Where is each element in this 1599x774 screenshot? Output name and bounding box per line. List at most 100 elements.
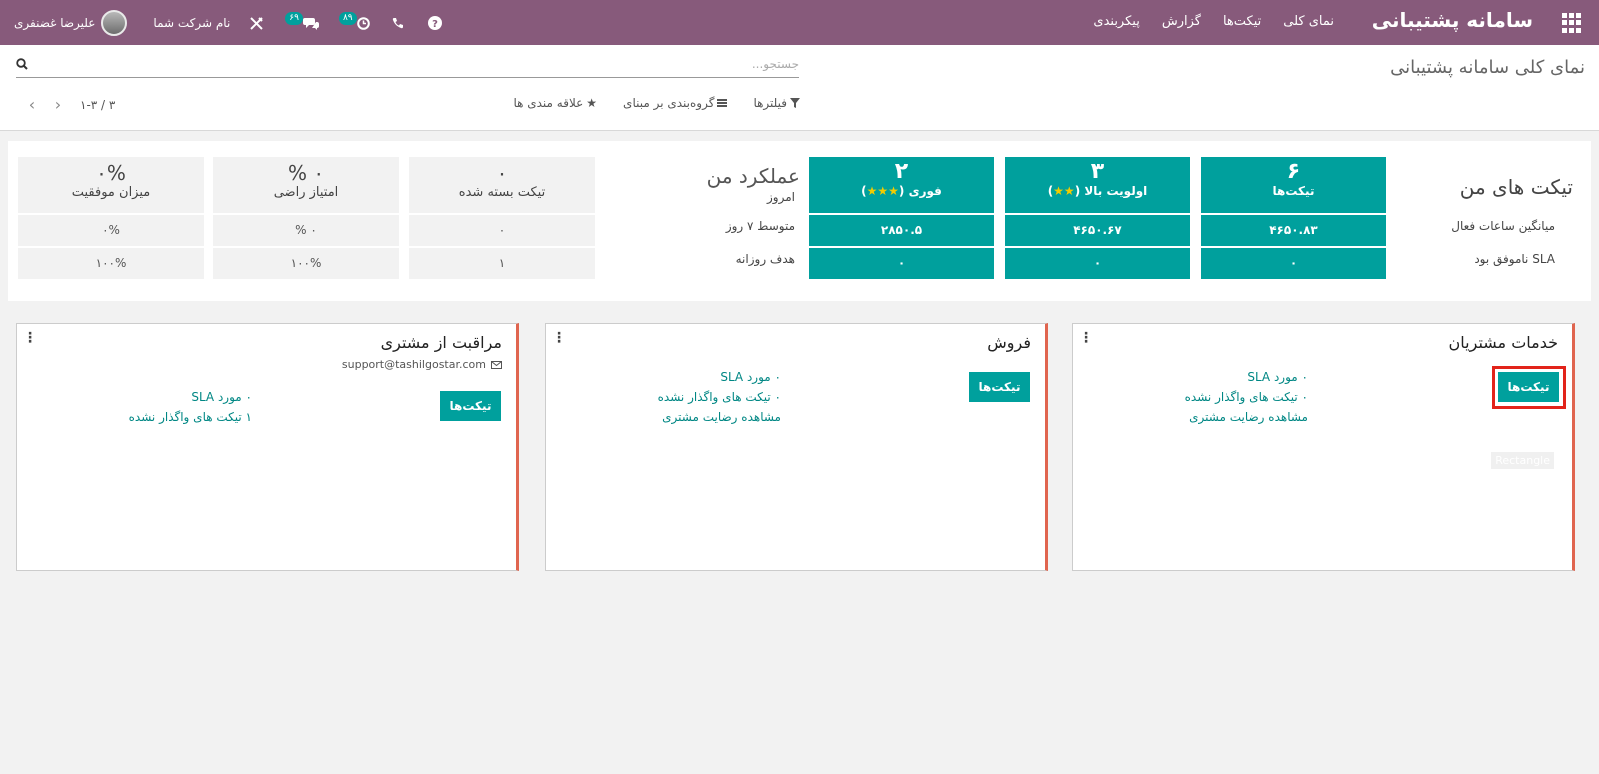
company-switcher[interactable]: نام شرکت شما xyxy=(153,16,230,30)
daily-target-label: هدف روزانه xyxy=(735,252,795,266)
tickets-button[interactable]: تیکت‌ها xyxy=(969,372,1030,402)
tickets-tile[interactable]: ۶ تیکت‌ها xyxy=(1201,157,1386,213)
team-name[interactable]: مراقبت از مشتری xyxy=(381,333,502,352)
tickets-button[interactable]: تیکت‌ها xyxy=(440,391,501,421)
systray: علیرضا غضنفری نام شرکت شما ۶۹ ۸۹ ? xyxy=(14,8,442,38)
help-icon[interactable]: ? xyxy=(427,16,442,30)
pager-previous-icon[interactable]: ‹ xyxy=(24,95,40,114)
team-name[interactable]: فروش xyxy=(987,333,1031,352)
user-name: علیرضا غضنفری xyxy=(14,16,96,30)
unassigned-link[interactable]: ۰ تیکت های واگذار نشده xyxy=(658,390,781,404)
satisfaction-target-cell: ۱۰۰% xyxy=(213,248,399,279)
success-target-cell: ۱۰۰% xyxy=(18,248,204,279)
avatar xyxy=(101,10,128,36)
success-avg-cell: ۰% xyxy=(18,215,204,246)
menu-configuration[interactable]: پیکربندی xyxy=(1093,14,1139,29)
team-card-sales: فروش ⋮ تیکت‌ها ۰ مورد SLA ۰ تیکت های واگ… xyxy=(545,323,1048,571)
tile-count: ۰ % xyxy=(287,161,325,185)
unassigned-link[interactable]: ۱ تیکت های واگذار نشده xyxy=(129,410,252,424)
messages-badge: ۶۹ xyxy=(285,11,303,25)
groupby-label: گروه‌بندی بر مبنای xyxy=(623,96,715,110)
tickets-avg-cell[interactable]: ۴۶۵۰.۸۳ xyxy=(1201,215,1386,246)
high-priority-sla-cell[interactable]: ۰ xyxy=(1005,248,1190,279)
tile-count: ۶ xyxy=(1286,159,1301,184)
app-brand[interactable]: سامانه پشتیبانی xyxy=(1372,8,1533,32)
search-bar xyxy=(16,52,799,78)
team-name[interactable]: خدمات مشتریان xyxy=(1449,333,1558,352)
top-navbar: سامانه پشتیبانی نمای کلی تیکت‌ها گزارش پ… xyxy=(0,0,1599,45)
tickets-button[interactable]: تیکت‌ها xyxy=(1498,372,1559,402)
tile-count: ۳ xyxy=(1090,159,1105,184)
user-menu[interactable]: علیرضا غضنفری xyxy=(14,10,128,36)
activity-badge: ۸۹ xyxy=(338,11,357,25)
tile-label: میزان موفقیت xyxy=(71,185,151,200)
closed-target-cell: ۱ xyxy=(409,248,595,279)
control-panel: نمای کلی سامانه پشتیبانی فیلترها گروه‌بن… xyxy=(0,45,1599,131)
rectangle-tag: Rectangle xyxy=(1491,452,1554,469)
closed-avg-cell: ۰ xyxy=(409,215,595,246)
today-label: امروز xyxy=(767,190,795,204)
menu-overview[interactable]: نمای کلی xyxy=(1283,14,1334,29)
team-links: ۰ مورد SLA ۰ تیکت های واگذار نشده مشاهده… xyxy=(1185,370,1308,424)
page-title: نمای کلی سامانه پشتیبانی xyxy=(1390,57,1585,78)
team-card-customer-service: خدمات مشتریان ⋮ تیکت‌ها ۰ مورد SLA ۰ تیک… xyxy=(1072,323,1575,571)
kebab-menu-icon[interactable]: ⋮ xyxy=(552,330,566,346)
favorites-label: علاقه مندی ها xyxy=(513,96,584,110)
urgent-tile[interactable]: ۲ فوری (★★★) xyxy=(809,157,994,213)
urgent-avg-cell[interactable]: ۲۸۵۰.۵ xyxy=(809,215,994,246)
priority-stars-icon: ★★★ xyxy=(866,184,899,198)
team-email-text: support@tashilgostar.com xyxy=(341,358,486,371)
sla-failed-label: SLA ناموفق بود xyxy=(1474,252,1555,266)
pager-next-icon[interactable]: › xyxy=(50,95,66,114)
tile-count: ۲ xyxy=(894,159,909,184)
satisfaction-link[interactable]: مشاهده رضایت مشتری xyxy=(1185,410,1308,424)
chat-icon[interactable]: ۶۹ xyxy=(285,11,319,30)
high-priority-avg-cell[interactable]: ۴۶۵۰.۶۷ xyxy=(1005,215,1190,246)
avg-7-days-label: متوسط ۷ روز xyxy=(725,219,795,233)
sla-link[interactable]: ۰ مورد SLA xyxy=(129,390,252,404)
envelope-icon xyxy=(491,360,502,369)
tile-label: تیکت‌ها xyxy=(1272,184,1315,198)
tile-count: ۰% xyxy=(96,161,126,185)
unassigned-link[interactable]: ۰ تیکت های واگذار نشده xyxy=(1185,390,1308,404)
kebab-menu-icon[interactable]: ⋮ xyxy=(23,330,37,346)
sla-link[interactable]: ۰ مورد SLA xyxy=(1185,370,1308,384)
team-links: ۰ مورد SLA ۰ تیکت های واگذار نشده مشاهده… xyxy=(658,370,781,424)
filter-icon xyxy=(790,98,800,108)
apps-icon[interactable] xyxy=(1559,11,1581,33)
tile-label: فوری (★★★) xyxy=(861,184,942,198)
satisfaction-avg-cell: ۰ % xyxy=(213,215,399,246)
tile-label: تیکت بسته شده xyxy=(458,185,546,200)
dashboard-panel: تیکت های من میانگین ساعات فعال SLA ناموف… xyxy=(8,141,1591,301)
avg-hours-label: میانگین ساعات فعال xyxy=(1451,219,1555,233)
activity-clock-icon[interactable]: ۸۹ xyxy=(338,11,370,30)
star-icon: ★ xyxy=(586,96,598,110)
team-links: ۰ مورد SLA ۱ تیکت های واگذار نشده xyxy=(129,390,252,424)
tile-count: ۰ xyxy=(496,161,508,185)
debug-icon[interactable] xyxy=(250,16,264,30)
groupby-dropdown[interactable]: گروه‌بندی بر مبنای xyxy=(623,96,728,110)
kebab-menu-icon[interactable]: ⋮ xyxy=(1079,330,1093,346)
pager-value[interactable]: ۱-۳ / ۳ xyxy=(80,98,115,112)
satisfaction-link[interactable]: مشاهده رضایت مشتری xyxy=(658,410,781,424)
menu-tickets[interactable]: تیکت‌ها xyxy=(1223,14,1261,29)
favorites-dropdown[interactable]: ★ علاقه مندی ها xyxy=(513,96,597,110)
success-rate-tile: ۰% میزان موفقیت xyxy=(18,157,204,213)
tile-label: اولویت بالا (★★) xyxy=(1047,184,1148,198)
urgent-sla-cell[interactable]: ۰ xyxy=(809,248,994,279)
main-menu: نمای کلی تیکت‌ها گزارش پیکربندی xyxy=(1093,14,1334,29)
svg-text:?: ? xyxy=(432,19,438,30)
menu-reporting[interactable]: گزارش xyxy=(1162,14,1201,29)
filters-dropdown[interactable]: فیلترها xyxy=(753,96,800,110)
team-email: support@tashilgostar.com xyxy=(342,358,502,371)
closed-tickets-tile: ۰ تیکت بسته شده xyxy=(409,157,595,213)
list-icon xyxy=(717,99,728,107)
tickets-sla-cell[interactable]: ۰ xyxy=(1201,248,1386,279)
search-input[interactable] xyxy=(59,52,799,76)
phone-icon[interactable] xyxy=(392,17,404,29)
performance-title: عملکرد من xyxy=(706,164,800,188)
tile-label: امتیاز راضی xyxy=(273,185,339,200)
sla-link[interactable]: ۰ مورد SLA xyxy=(658,370,781,384)
search-icon[interactable] xyxy=(16,58,28,74)
high-priority-tile[interactable]: ۳ اولویت بالا (★★) xyxy=(1005,157,1190,213)
